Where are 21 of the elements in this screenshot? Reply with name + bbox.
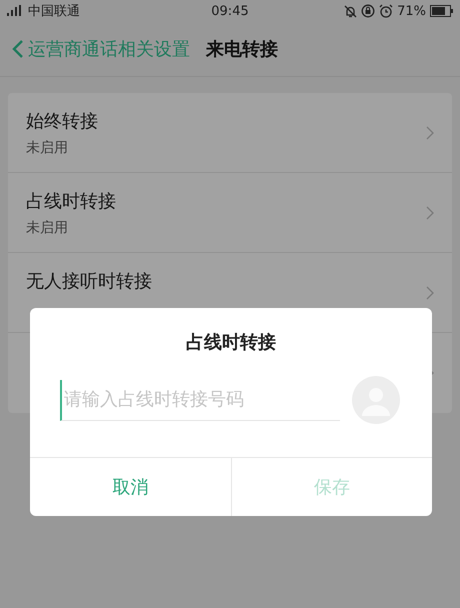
- row-title: 占线时转接: [26, 190, 116, 213]
- alarm-clock-icon: [379, 4, 394, 18]
- dialog-title: 占线时转接: [185, 331, 277, 354]
- row-title: 无人接听时转接: [26, 270, 152, 293]
- chevron-right-icon: [426, 286, 434, 300]
- chevron-right-icon: [426, 126, 434, 140]
- signal-icon: [6, 5, 24, 17]
- row-title: 始终转接: [26, 110, 98, 133]
- settings-row[interactable]: 始终转接 未启用: [8, 93, 452, 173]
- battery-percent: 71%: [397, 4, 426, 18]
- row-status: 未启用: [26, 139, 69, 157]
- chevron-right-icon: [426, 206, 434, 220]
- page-title: 来电转接: [206, 38, 278, 61]
- rotation-lock-icon: [361, 4, 376, 18]
- battery-icon: [430, 5, 454, 17]
- clock-time: 09:45: [211, 4, 249, 18]
- bell-off-icon: [344, 4, 358, 18]
- phone-number-field[interactable]: 请输入占线时转接号码: [60, 380, 340, 420]
- carrier-name: 中国联通: [28, 3, 80, 20]
- settings-row[interactable]: 占线时转接 未启用: [8, 173, 452, 253]
- row-status: 未启用: [26, 219, 69, 237]
